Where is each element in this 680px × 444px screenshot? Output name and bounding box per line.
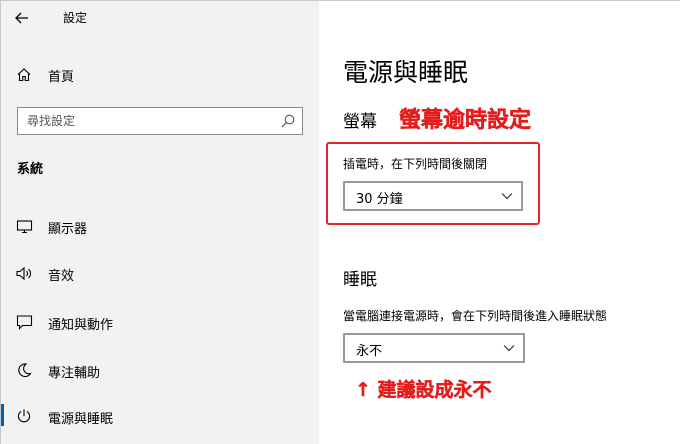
- sidebar: 設定 首頁 系統 顯示器: [1, 1, 319, 444]
- speaker-icon: [15, 265, 33, 281]
- notification-icon: [15, 314, 33, 330]
- home-icon: [15, 66, 33, 82]
- sleep-timeout-label: 當電腦連接電源時，會在下列時間後進入睡眠狀態: [343, 309, 608, 323]
- screen-timeout-dropdown[interactable]: 30 分鐘: [343, 181, 523, 211]
- search-field[interactable]: [17, 107, 303, 135]
- screen-heading: 螢幕: [343, 112, 377, 132]
- search-icon: [281, 114, 295, 128]
- dropdown-value: 永不: [356, 344, 383, 359]
- search-input[interactable]: [18, 108, 268, 134]
- sidebar-item-label: 專注輔助: [48, 366, 101, 381]
- sidebar-item-home[interactable]: 首頁: [1, 59, 319, 89]
- back-button[interactable]: [9, 5, 35, 31]
- sidebar-item-label: 顯示器: [48, 222, 88, 237]
- window-title: 設定: [63, 11, 88, 25]
- page-title: 電源與睡眠: [343, 58, 469, 87]
- sidebar-item-focus-assist[interactable]: 專注輔助: [1, 355, 319, 385]
- sidebar-item-power-sleep[interactable]: 電源與睡眠: [1, 401, 319, 431]
- main-content: 電源與睡眠 螢幕 螢幕逾時設定 插電時，在下列時間後關閉 30 分鐘 睡眠 當電…: [319, 1, 680, 444]
- screen-timeout-label: 插電時，在下列時間後關閉: [343, 157, 488, 171]
- title-bar: 設定: [1, 1, 319, 35]
- sidebar-item-label: 通知與動作: [48, 318, 114, 333]
- sidebar-item-label: 電源與睡眠: [48, 412, 114, 427]
- sleep-timeout-dropdown[interactable]: 永不: [343, 333, 525, 363]
- sidebar-item-label: 首頁: [48, 70, 75, 85]
- chevron-down-icon: [501, 193, 513, 200]
- screen-timeout-annotation: 螢幕逾時設定: [399, 108, 532, 133]
- sidebar-item-notifications[interactable]: 通知與動作: [1, 307, 319, 337]
- recommend-annotation: ↑ 建議設成永不: [355, 379, 492, 401]
- section-label: 系統: [17, 162, 44, 177]
- moon-icon: [15, 362, 33, 378]
- monitor-icon: [15, 218, 33, 234]
- chevron-down-icon: [503, 345, 515, 352]
- sidebar-item-display[interactable]: 顯示器: [1, 211, 319, 241]
- sidebar-item-label: 音效: [48, 269, 75, 284]
- power-icon: [15, 408, 33, 424]
- dropdown-value: 30 分鐘: [356, 192, 403, 207]
- back-arrow-icon: [15, 12, 28, 24]
- sidebar-item-sound[interactable]: 音效: [1, 258, 319, 288]
- sleep-heading: 睡眠: [343, 270, 377, 290]
